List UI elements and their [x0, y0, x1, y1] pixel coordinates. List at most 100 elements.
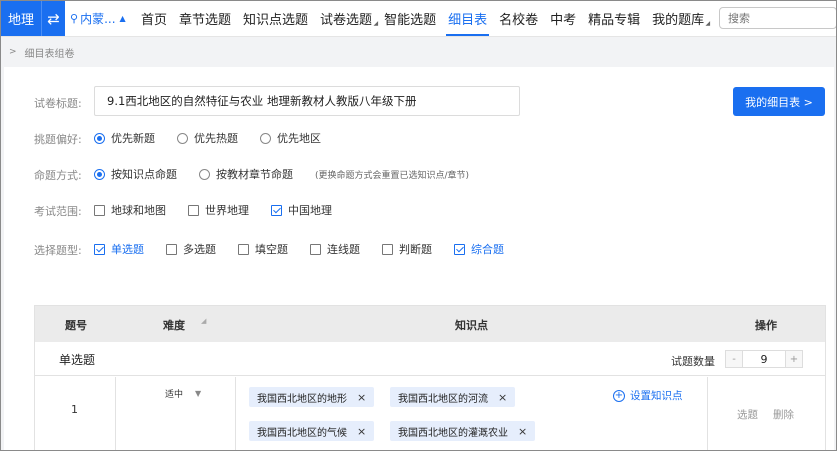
- top-nav: 地理 ⇄ ⚲ 内蒙... ▲ 首页 章节选题 知识点选题 试卷选题 ◢ 智能选题 …: [1, 1, 836, 37]
- section-title: 单选题: [59, 353, 96, 367]
- table-row: 1 适中 ▼ 我国西北地区的地形 × 我国西北地区的河流 × 我国西北地区的气候…: [35, 377, 825, 450]
- close-icon[interactable]: ×: [518, 425, 527, 438]
- caret-down-icon: ▲: [119, 14, 126, 23]
- checkbox-icon[interactable]: [188, 204, 199, 216]
- region-selector[interactable]: ⚲ 内蒙... ▲: [65, 1, 135, 36]
- col-header-num: 题号: [65, 319, 87, 332]
- column-divider: [115, 377, 116, 450]
- checkbox-icon[interactable]: [166, 243, 177, 255]
- checkbox-icon[interactable]: [238, 243, 249, 255]
- type-option-label: 连线题: [327, 243, 360, 256]
- type-option-label: 判断题: [399, 243, 432, 256]
- section-row: 单选题 试题数量 - 9 +: [35, 342, 825, 376]
- nav-item-school[interactable]: 名校卷: [493, 1, 544, 36]
- mode-hint: (更换命题方式会重置已选知识点/章节): [315, 170, 470, 181]
- checkbox-checked-icon[interactable]: [271, 204, 282, 216]
- increment-button[interactable]: +: [786, 351, 802, 367]
- nav-item-table[interactable]: 细目表: [442, 1, 493, 36]
- type-option-multi[interactable]: 多选题: [166, 241, 216, 257]
- preference-options: 优先新题 优先热题 优先地区: [94, 130, 343, 146]
- mode-options: 按知识点命题 按教材章节命题 (更换命题方式会重置已选知识点/章节): [94, 166, 469, 182]
- question-number: 1: [71, 403, 78, 416]
- pref-option-hot[interactable]: 优先热题: [177, 130, 238, 146]
- search-input[interactable]: [719, 7, 836, 29]
- set-knowledge-label: 设置知识点: [630, 390, 683, 402]
- nav-item-smart[interactable]: 智能选题: [378, 1, 442, 36]
- radio-checked-icon[interactable]: [94, 132, 105, 144]
- difficulty-value: 适中: [165, 390, 184, 400]
- paper-title-input[interactable]: 9.1西北地区的自然特征与农业 地理新教材人教版八年级下册: [94, 86, 520, 116]
- sort-icon[interactable]: ◢: [201, 317, 206, 325]
- type-option-label: 单选题: [111, 243, 144, 256]
- scope-option-china[interactable]: 中国地理: [271, 202, 332, 218]
- close-icon[interactable]: ×: [357, 425, 366, 438]
- knowledge-tag: 我国西北地区的地形 ×: [249, 387, 375, 407]
- scope-option-earth[interactable]: 地球和地图: [94, 202, 166, 218]
- tag-label: 我国西北地区的灌溉农业: [398, 427, 508, 439]
- nav-item-home[interactable]: 首页: [135, 1, 173, 36]
- delete-button[interactable]: 删除: [773, 407, 794, 422]
- knowledge-tag: 我国西北地区的气候 ×: [249, 421, 375, 441]
- scope-options: 地球和地图 世界地理 中国地理: [94, 202, 354, 218]
- col-header-difficulty[interactable]: 难度: [163, 317, 185, 333]
- tag-label: 我国西北地区的河流: [398, 393, 488, 405]
- column-divider: [707, 377, 708, 450]
- select-question-button[interactable]: 选题: [737, 407, 758, 422]
- checkbox-icon[interactable]: [382, 243, 393, 255]
- mode-option-label: 按知识点命题: [111, 168, 177, 181]
- region-label: 内蒙...: [80, 12, 116, 26]
- table-header: 题号 难度 ◢ 知识点 操作: [35, 306, 825, 342]
- type-option-judge[interactable]: 判断题: [382, 241, 432, 257]
- pref-option-label: 优先热题: [194, 132, 238, 145]
- scope-label: 考试范围:: [34, 205, 82, 218]
- pref-option-label: 优先新题: [111, 132, 155, 145]
- checkbox-checked-icon[interactable]: [454, 243, 465, 255]
- spec-table: 题号 难度 ◢ 知识点 操作 单选题 试题数量 - 9 + 1 适中 ▼ 我国西…: [34, 305, 826, 450]
- type-option-match[interactable]: 连线题: [310, 241, 360, 257]
- scope-option-world[interactable]: 世界地理: [188, 202, 249, 218]
- app-frame: 地理 ⇄ ⚲ 内蒙... ▲ 首页 章节选题 知识点选题 试卷选题 ◢ 智能选题 …: [0, 0, 837, 451]
- tag-label: 我国西北地区的气候: [257, 427, 347, 439]
- nav-item-knowledge[interactable]: 知识点选题: [237, 1, 314, 36]
- chevron-down-icon: ▼: [195, 389, 202, 398]
- breadcrumb: > 细目表组卷: [1, 38, 75, 66]
- quantity-value[interactable]: 9: [742, 351, 786, 367]
- tag-label: 我国西北地区的地形: [257, 393, 347, 405]
- scope-option-label: 地球和地图: [111, 204, 166, 217]
- mode-option-knowledge[interactable]: 按知识点命题: [94, 166, 177, 182]
- quantity-stepper: - 9 +: [725, 350, 803, 368]
- set-knowledge-button[interactable]: + 设置知识点: [613, 388, 683, 403]
- checkbox-icon[interactable]: [94, 204, 105, 216]
- nav-items: 首页 章节选题 知识点选题 试卷选题 ◢ 智能选题 细目表 名校卷 中考 精品专辑…: [135, 1, 710, 36]
- nav-item-mybank[interactable]: 我的题库 ◢: [646, 1, 710, 36]
- type-option-fill[interactable]: 填空题: [238, 241, 288, 257]
- close-icon[interactable]: ×: [498, 391, 507, 404]
- radio-unchecked-icon[interactable]: [199, 168, 210, 180]
- breadcrumb-current[interactable]: 细目表组卷: [25, 45, 75, 60]
- difficulty-select[interactable]: 适中 ▼: [165, 387, 201, 400]
- mode-option-chapter[interactable]: 按教材章节命题: [199, 166, 293, 182]
- radio-unchecked-icon[interactable]: [177, 132, 188, 144]
- close-icon[interactable]: ×: [357, 391, 366, 404]
- radio-checked-icon[interactable]: [94, 168, 105, 180]
- subject-button[interactable]: 地理: [1, 1, 41, 36]
- title-label: 试卷标题:: [34, 97, 82, 110]
- col-header-actions: 操作: [755, 319, 777, 332]
- type-option-single[interactable]: 单选题: [94, 241, 144, 257]
- nav-item-album[interactable]: 精品专辑: [582, 1, 646, 36]
- breadcrumb-separator: >: [9, 47, 17, 57]
- pref-option-region[interactable]: 优先地区: [260, 130, 321, 146]
- corner-triangle-icon: ◢: [705, 20, 711, 27]
- pref-option-new[interactable]: 优先新题: [94, 130, 155, 146]
- type-option-comprehensive[interactable]: 综合题: [454, 241, 504, 257]
- checkbox-checked-icon[interactable]: [94, 243, 105, 255]
- radio-unchecked-icon[interactable]: [260, 132, 271, 144]
- decrement-button[interactable]: -: [726, 351, 742, 367]
- checkbox-icon[interactable]: [310, 243, 321, 255]
- nav-item-chapter[interactable]: 章节选题: [173, 1, 237, 36]
- nav-item-paper[interactable]: 试卷选题 ◢: [314, 1, 378, 36]
- nav-item-zhongkao[interactable]: 中考: [544, 1, 582, 36]
- my-table-button[interactable]: 我的细目表 >: [733, 87, 825, 116]
- scope-option-label: 中国地理: [288, 204, 332, 217]
- swap-arrows-icon[interactable]: ⇄: [41, 1, 65, 36]
